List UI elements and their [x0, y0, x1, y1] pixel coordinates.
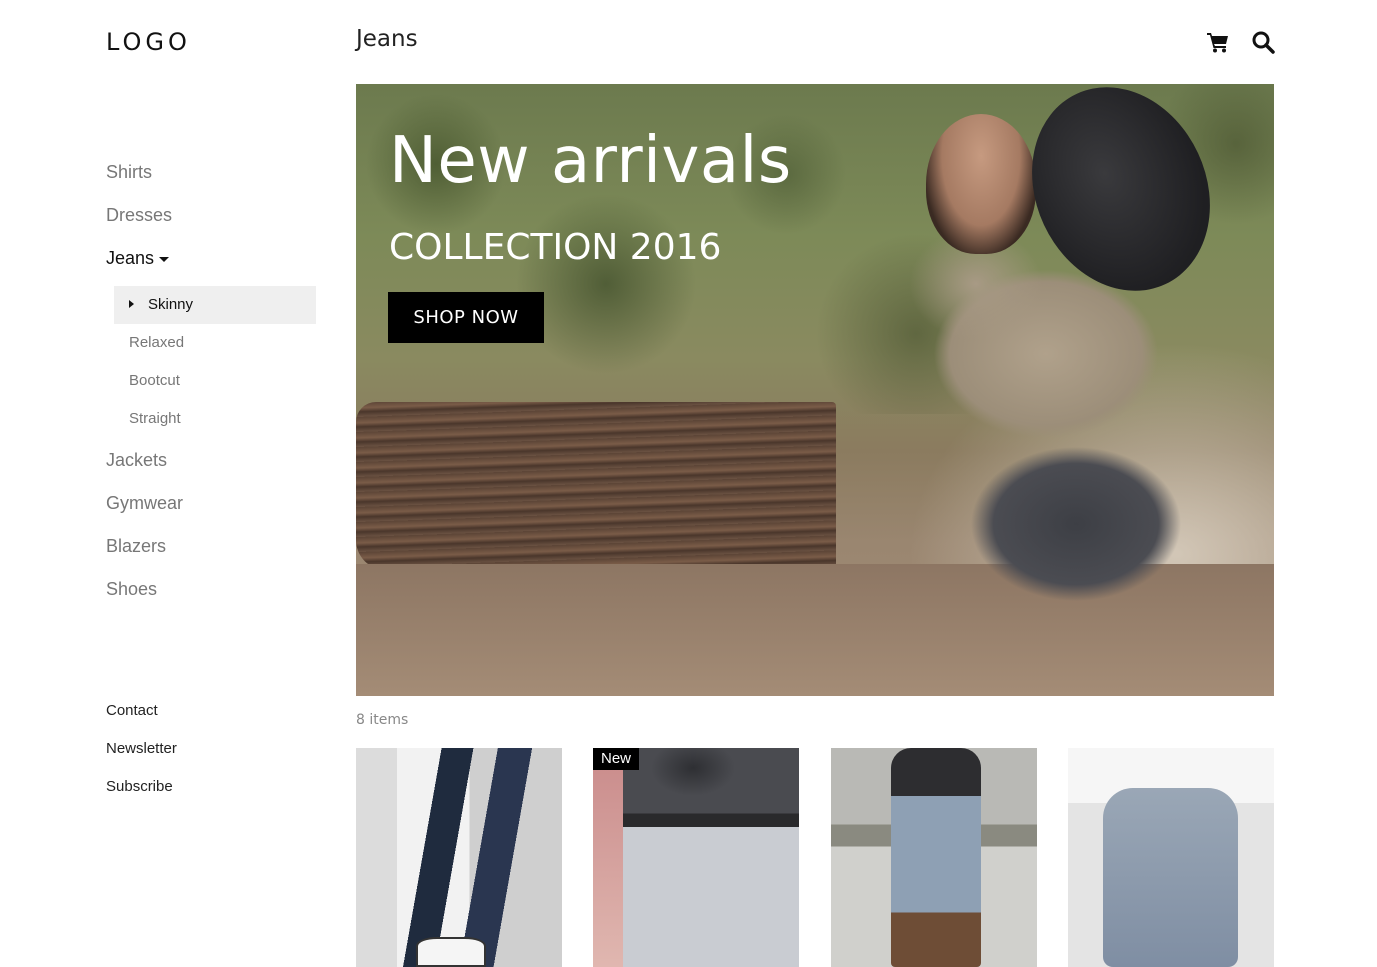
- hero-subtitle: COLLECTION 2016: [389, 227, 722, 268]
- jeans-subnav: Skinny Relaxed Bootcut Straight: [114, 286, 316, 438]
- footer-links: Contact Newsletter Subscribe: [106, 700, 177, 814]
- logo[interactable]: LOGO: [106, 28, 191, 56]
- nav-item-shoes[interactable]: Shoes: [106, 575, 318, 618]
- items-count: 8 items: [356, 712, 409, 728]
- caret-down-icon: [159, 256, 170, 262]
- hero-model-head: [926, 114, 1036, 254]
- product-card[interactable]: New: [593, 748, 799, 967]
- newsletter-link[interactable]: Newsletter: [106, 738, 177, 776]
- caret-right-icon: [129, 300, 134, 309]
- category-nav: Shirts Dresses Jeans Skinny Relaxed Boot…: [106, 158, 318, 618]
- nav-item-jeans[interactable]: Jeans: [106, 244, 318, 287]
- nav-item-gymwear[interactable]: Gymwear: [106, 489, 318, 532]
- subnav-item-relaxed[interactable]: Relaxed: [114, 324, 316, 362]
- hero-title: New arrivals: [389, 124, 792, 198]
- hero-model-image: [826, 194, 1266, 674]
- sneaker-image: [416, 937, 486, 967]
- product-image: [1103, 788, 1238, 967]
- page-title: Jeans: [356, 26, 418, 52]
- subnav-item-straight[interactable]: Straight: [114, 400, 316, 438]
- subnav-item-bootcut[interactable]: Bootcut: [114, 362, 316, 400]
- cart-icon[interactable]: [1206, 30, 1230, 54]
- search-icon[interactable]: [1251, 30, 1275, 54]
- product-card[interactable]: [1068, 748, 1274, 967]
- subscribe-link[interactable]: Subscribe: [106, 776, 177, 814]
- nav-item-dresses[interactable]: Dresses: [106, 201, 318, 244]
- product-card[interactable]: [356, 748, 562, 967]
- contact-link[interactable]: Contact: [106, 700, 177, 738]
- nav-item-shirts[interactable]: Shirts: [106, 158, 318, 201]
- shop-now-button[interactable]: SHOP NOW: [388, 292, 544, 343]
- product-card[interactable]: [831, 748, 1037, 967]
- product-image: [593, 748, 623, 967]
- nav-item-jackets[interactable]: Jackets: [106, 446, 318, 489]
- nav-item-blazers[interactable]: Blazers: [106, 532, 318, 575]
- subnav-item-skinny[interactable]: Skinny: [114, 286, 316, 324]
- product-image: [891, 748, 981, 967]
- subnav-item-skinny-label: Skinny: [148, 296, 194, 313]
- nav-item-jeans-label: Jeans: [106, 248, 155, 268]
- new-badge: New: [593, 748, 640, 770]
- hero-banner: New arrivals COLLECTION 2016 SHOP NOW: [356, 84, 1274, 696]
- hero-log-image: [356, 402, 836, 570]
